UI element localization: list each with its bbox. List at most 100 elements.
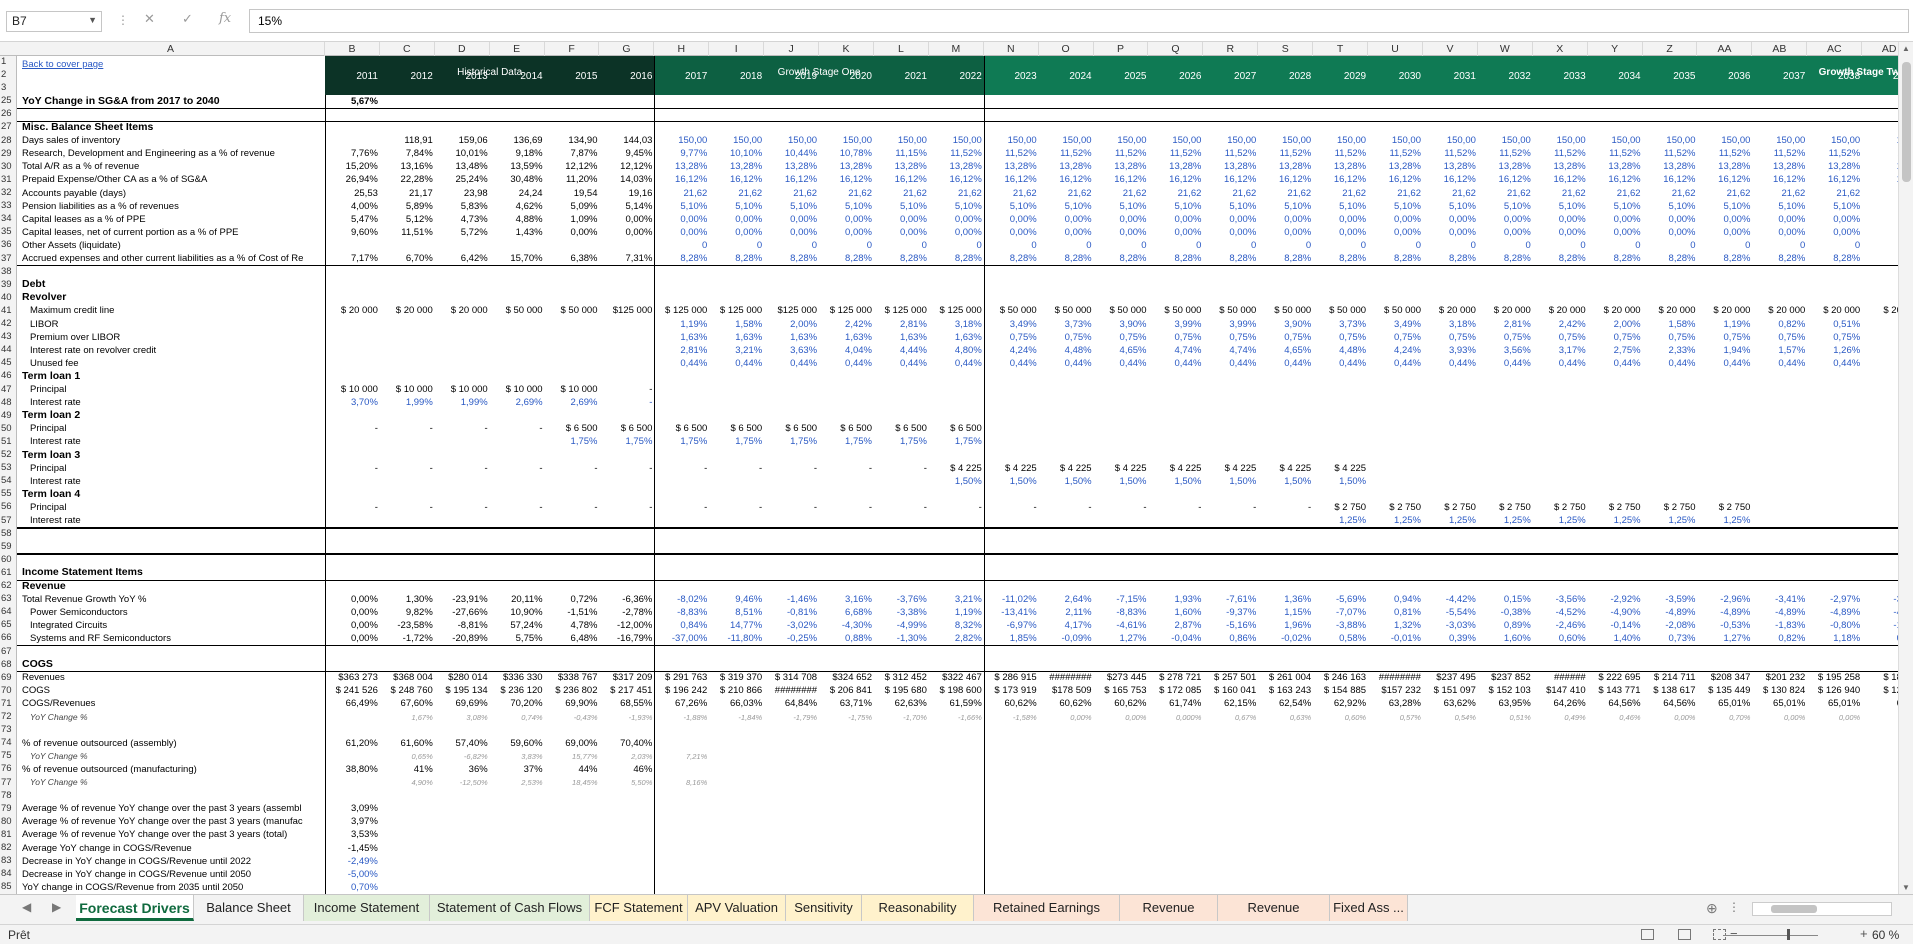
cell-value[interactable]: 0,00%	[1752, 226, 1805, 239]
cell-value[interactable]: 8,28%	[1203, 252, 1256, 265]
cell-value[interactable]: $ 6 500	[709, 422, 762, 435]
cell-value[interactable]: 1,94%	[1698, 344, 1750, 357]
row-header-79[interactable]: 79	[0, 803, 17, 815]
column-header-J[interactable]: J	[764, 42, 820, 56]
cell-value[interactable]: 150,00	[819, 134, 872, 147]
cell-value[interactable]: 0,58%	[1313, 632, 1366, 645]
cell-value[interactable]: 5,10%	[654, 200, 707, 213]
cell-value[interactable]: -4,89%	[1643, 606, 1695, 619]
cell-value[interactable]: -0,01%	[1368, 632, 1421, 645]
cell-value[interactable]: 8,28%	[819, 252, 872, 265]
cell-value[interactable]: -4,89%	[1807, 606, 1860, 619]
cell-value[interactable]: -8,83%	[1094, 606, 1146, 619]
cell-value[interactable]: 67,26%	[654, 697, 707, 710]
cell-value[interactable]: $ 20 00	[1862, 304, 1898, 317]
column-header-C[interactable]: C	[380, 42, 435, 56]
cell-value[interactable]: -3,56%	[1533, 593, 1586, 606]
cell-value[interactable]: 8,32%	[929, 619, 982, 632]
cell-value[interactable]: 0,63%	[1258, 711, 1311, 724]
cell-value[interactable]: 1,99%	[380, 396, 433, 409]
cell-value[interactable]: 0	[709, 239, 762, 252]
cell-value[interactable]: -1,93%	[600, 711, 653, 724]
cell-value[interactable]: 11,52%	[1368, 147, 1421, 160]
cell-value[interactable]: -	[709, 501, 762, 514]
cell-value[interactable]: $ 172 085	[1149, 684, 1201, 697]
cell-value[interactable]: 150,00	[654, 134, 707, 147]
cell-value[interactable]: 13,28%	[764, 160, 817, 173]
cell-value[interactable]: 6,68%	[819, 606, 872, 619]
cell-value[interactable]: 0	[819, 239, 872, 252]
cell-value[interactable]: -	[490, 422, 542, 435]
cell-value[interactable]: $ 236 120	[490, 684, 542, 697]
cell-value[interactable]: 5,10%	[1423, 200, 1476, 213]
cell-value[interactable]: $ 50 000	[490, 304, 543, 317]
cell-value[interactable]: 0,44%	[654, 357, 707, 370]
cell-value[interactable]: 11,52%	[1698, 147, 1751, 160]
cell-value[interactable]: 0,00%	[1807, 226, 1860, 239]
row-header-29[interactable]: 29	[0, 148, 17, 160]
cell-value[interactable]: $ 10 000	[325, 383, 378, 396]
cell-value[interactable]: 1,19%	[654, 318, 707, 331]
cell-value[interactable]: 69,90%	[545, 697, 597, 710]
cell-value[interactable]: 5,10%	[1698, 200, 1750, 213]
cell-value[interactable]: 21,62	[1258, 187, 1311, 200]
cell-value[interactable]: 4,65%	[1258, 344, 1311, 357]
cell-value[interactable]: -	[380, 422, 433, 435]
cell-value[interactable]: 0,60%	[1533, 632, 1586, 645]
cell-value[interactable]: 0	[984, 239, 1036, 252]
cell-value[interactable]: $ 10 000	[380, 383, 433, 396]
cell-value[interactable]: $ 217 451	[600, 684, 652, 697]
cell-value[interactable]: $ 236 802	[545, 684, 597, 697]
cell-value[interactable]: $ 20 000	[1807, 304, 1860, 317]
cell-value[interactable]: 5,10%	[1039, 200, 1092, 213]
cell-value[interactable]: -	[325, 422, 378, 435]
cell-value[interactable]: -	[1149, 501, 1201, 514]
cell-value[interactable]: 8,28%	[984, 252, 1037, 265]
cell-value[interactable]: 13,28%	[1423, 160, 1476, 173]
cell-value[interactable]: 16,12%	[1258, 173, 1311, 186]
cell-value[interactable]: -	[600, 383, 652, 396]
cell-value[interactable]: 21,62	[709, 187, 762, 200]
cell-value[interactable]: 0,00%	[1258, 213, 1311, 226]
row-header-25[interactable]: 25	[0, 95, 17, 107]
cell-value[interactable]: 64,84%	[764, 697, 817, 710]
cell-value[interactable]: $280 014	[435, 671, 488, 684]
cell-value[interactable]: 5,10%	[1807, 200, 1860, 213]
cell-value[interactable]: 7,17%	[325, 252, 378, 265]
cell-value[interactable]: 16,12%	[1094, 173, 1146, 186]
cell-value[interactable]: 3,49%	[984, 318, 1037, 331]
cell-value[interactable]: 1,50%	[929, 475, 982, 488]
cell-value[interactable]: 3,18%	[1423, 318, 1476, 331]
sheet-tab[interactable]: Balance Sheet	[194, 895, 304, 921]
cell-value[interactable]: $ 278 721	[1149, 671, 1201, 684]
cell-value[interactable]: $178 509	[1039, 684, 1092, 697]
cell-value[interactable]: 5,67%	[325, 95, 378, 108]
cell-value[interactable]: 0,2	[1862, 318, 1898, 331]
cell-value[interactable]: 0,54%	[1423, 711, 1476, 724]
cell-value[interactable]: 3,63%	[764, 344, 817, 357]
cell-value[interactable]: 5,83%	[435, 200, 488, 213]
cell-value[interactable]: 5,89%	[380, 200, 433, 213]
cell-value[interactable]: 4,48%	[1039, 344, 1092, 357]
cell-value[interactable]: 0,7	[1862, 331, 1898, 344]
cell-value[interactable]: $ 2 750	[1698, 501, 1751, 514]
cell-value[interactable]: -1,45%	[325, 842, 378, 855]
cell-value[interactable]: $ 10 000	[545, 383, 598, 396]
cell-value[interactable]: 7,21%	[654, 750, 707, 763]
cell-value[interactable]: $ 126 940	[1807, 684, 1860, 697]
cell-value[interactable]: -1,51%	[545, 606, 597, 619]
cell-value[interactable]: 4,73%	[435, 213, 488, 226]
cell-value[interactable]: 0,86%	[1203, 632, 1256, 645]
sheet-tab[interactable]: Income Statement	[304, 895, 430, 921]
cell-value[interactable]: -	[600, 462, 652, 475]
cell-value[interactable]: 1,50%	[1258, 475, 1311, 488]
cell-value[interactable]: -3,76%	[874, 593, 927, 606]
cell-value[interactable]: 0,44%	[1478, 357, 1531, 370]
cell-value[interactable]: -0,43%	[545, 711, 598, 724]
cell-value[interactable]: 150,00	[874, 134, 927, 147]
cell-value[interactable]: 8,28%	[1643, 252, 1696, 265]
cell-value[interactable]: 0,00%	[709, 226, 762, 239]
cell-value[interactable]: 11,52%	[1807, 147, 1861, 160]
cell-value[interactable]: 4,17%	[1039, 619, 1092, 632]
prev-sheet-icon[interactable]: ◀	[22, 900, 31, 914]
